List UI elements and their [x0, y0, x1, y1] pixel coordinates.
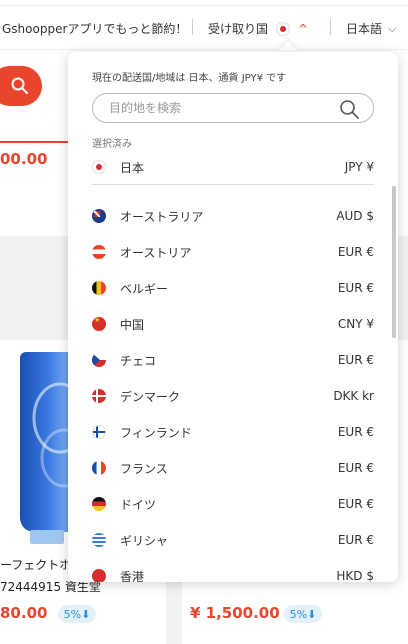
belgium-flag-icon	[92, 281, 106, 295]
currency-code: EUR €	[337, 281, 374, 295]
currency-code: EUR €	[337, 425, 374, 439]
currency-code: EUR €	[337, 245, 374, 259]
chevron-down-icon: ⌵	[388, 21, 397, 35]
currency-code: EUR €	[337, 461, 374, 475]
country-name: 香港	[120, 569, 145, 583]
currency-code: DKK kr	[333, 389, 374, 403]
country-row[interactable]: 香港 HKD $	[92, 564, 374, 582]
country-row[interactable]: ベルギー EUR €	[92, 276, 374, 300]
country-name: オーストラリア	[120, 209, 204, 224]
app-promo-link[interactable]: Gshoopperアプリでもっと節約！	[2, 20, 187, 37]
country-row[interactable]: ドイツ EUR €	[92, 492, 374, 516]
divider	[92, 184, 374, 185]
france-flag-icon	[92, 461, 106, 475]
price-text: 00.00	[0, 150, 48, 168]
country-row[interactable]: ギリシャ EUR €	[92, 528, 374, 552]
country-row[interactable]: チェコ EUR €	[92, 348, 374, 372]
country-name: ベルギー	[120, 281, 169, 296]
selected-country-row[interactable]: 日本 JPY ¥	[92, 155, 374, 179]
language-selector[interactable]: 日本語 ⌵	[346, 20, 396, 37]
product-cap	[30, 530, 64, 544]
denmark-flag-icon	[92, 389, 106, 403]
hong-kong-flag-icon	[92, 569, 106, 582]
greece-flag-icon	[92, 533, 106, 547]
australia-flag-icon	[92, 209, 106, 223]
country-name: デンマーク	[120, 389, 181, 404]
country-row[interactable]: 中国 CNY ¥	[92, 312, 374, 336]
czech-flag-icon	[92, 353, 106, 367]
currency-code: HKD $	[336, 569, 374, 582]
currency-code: JPY ¥	[344, 160, 374, 174]
country-name: フィンランド	[120, 425, 192, 440]
country-name: 日本	[120, 160, 145, 175]
currency-code: EUR €	[337, 353, 374, 367]
country-name: フランス	[120, 461, 168, 476]
china-flag-icon	[92, 317, 106, 331]
ship-to-selector[interactable]: 受け取り国 ^	[208, 20, 308, 37]
country-name: 中国	[120, 317, 145, 332]
chevron-up-icon: ^	[298, 21, 309, 36]
header-bar: Gshoopperアプリでもっと節約！ 受け取り国 ^ 日本語 ⌵	[0, 6, 408, 50]
search-button[interactable]	[0, 66, 42, 106]
divider	[192, 19, 193, 35]
product-price: 80.00	[0, 604, 48, 622]
country-name: チェコ	[120, 353, 157, 368]
country-name: オーストリア	[120, 245, 192, 260]
country-row[interactable]: デンマーク DKK kr	[92, 384, 374, 408]
germany-flag-icon	[92, 497, 106, 511]
currency-code: AUD $	[336, 209, 374, 223]
product-price: ¥ 1,500.00	[190, 604, 280, 622]
destination-search-input[interactable]	[109, 101, 329, 115]
ship-to-label: 受け取り国	[208, 22, 269, 36]
country-name: ギリシャ	[120, 533, 169, 548]
search-icon	[11, 77, 28, 94]
country-row[interactable]: オーストラリア AUD $	[92, 204, 374, 228]
discount-badge: 5%⬇	[284, 605, 322, 623]
finland-flag-icon	[92, 425, 106, 439]
search-icon[interactable]	[339, 99, 361, 123]
country-row[interactable]: フランス EUR €	[92, 456, 374, 480]
currency-code: CNY ¥	[337, 317, 374, 331]
currency-code: EUR €	[337, 497, 374, 511]
japan-flag-icon	[92, 160, 106, 174]
destination-search[interactable]	[92, 93, 374, 123]
discount-badge: 5%⬇	[58, 605, 96, 623]
austria-flag-icon	[92, 245, 106, 259]
ship-to-dropdown: 現在の配送国/地域は 日本、通貨 JPY¥ です 選択済み 日本 JPY ¥ オ…	[68, 52, 398, 582]
divider	[330, 19, 331, 35]
country-row[interactable]: フィンランド EUR €	[92, 420, 374, 444]
country-name: ドイツ	[120, 497, 157, 512]
japan-flag-icon	[276, 21, 291, 36]
country-row[interactable]: オーストリア EUR €	[92, 240, 374, 264]
current-destination-info: 現在の配送国/地域は 日本、通貨 JPY¥ です	[92, 73, 287, 84]
language-label: 日本語	[346, 22, 383, 36]
product-name[interactable]: ーフェクトホ	[0, 556, 71, 573]
scrollbar[interactable]	[392, 186, 396, 338]
selected-section-label: 選択済み	[92, 139, 132, 150]
currency-code: EUR €	[337, 533, 374, 547]
